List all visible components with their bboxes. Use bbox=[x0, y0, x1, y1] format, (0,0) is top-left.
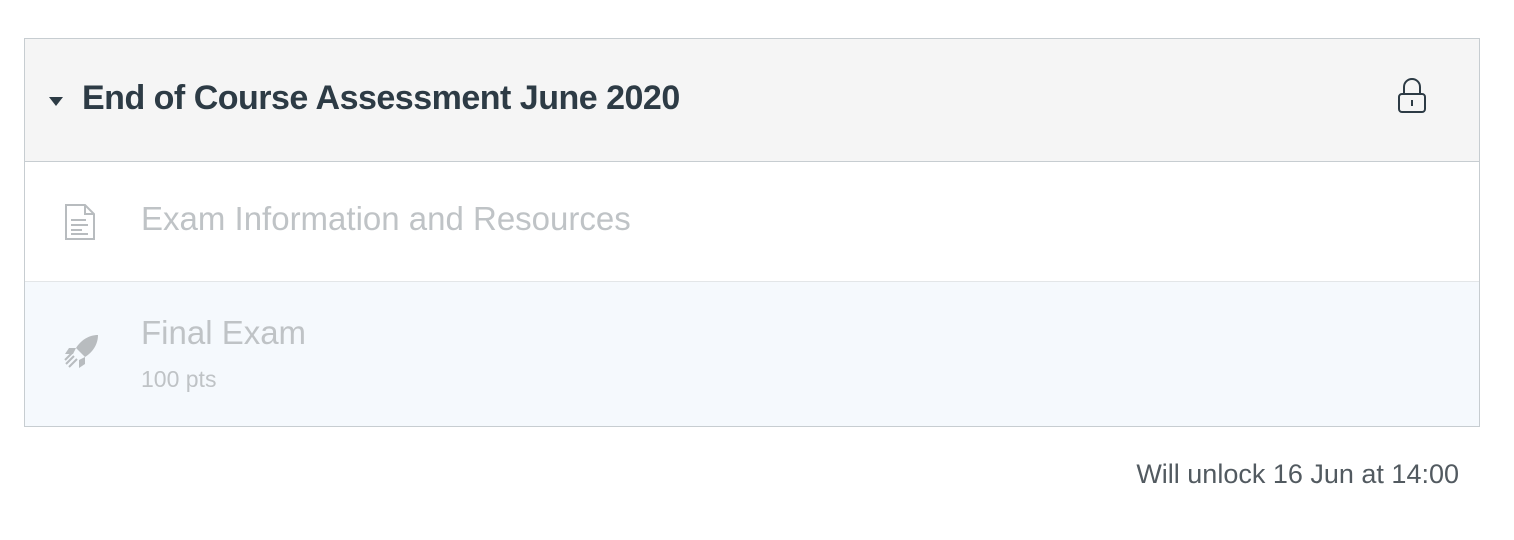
rocket-icon bbox=[63, 332, 101, 375]
item-title[interactable]: Exam Information and Resources bbox=[141, 200, 631, 238]
module-item-page[interactable]: Exam Information and Resources bbox=[25, 162, 1479, 282]
item-points: 100 pts bbox=[141, 366, 217, 392]
item-title[interactable]: Final Exam bbox=[141, 314, 306, 352]
document-icon bbox=[63, 203, 97, 246]
module-header[interactable]: End of Course Assessment June 2020 bbox=[25, 39, 1479, 162]
module-item-quiz[interactable]: Final Exam 100 pts bbox=[25, 282, 1479, 426]
module-title: End of Course Assessment June 2020 bbox=[82, 79, 680, 117]
lock-icon bbox=[1397, 77, 1427, 115]
module-container: End of Course Assessment June 2020 Exam … bbox=[24, 38, 1480, 427]
caret-down-icon[interactable] bbox=[49, 97, 63, 106]
unlock-note: Will unlock 16 Jun at 14:00 bbox=[1136, 459, 1459, 489]
